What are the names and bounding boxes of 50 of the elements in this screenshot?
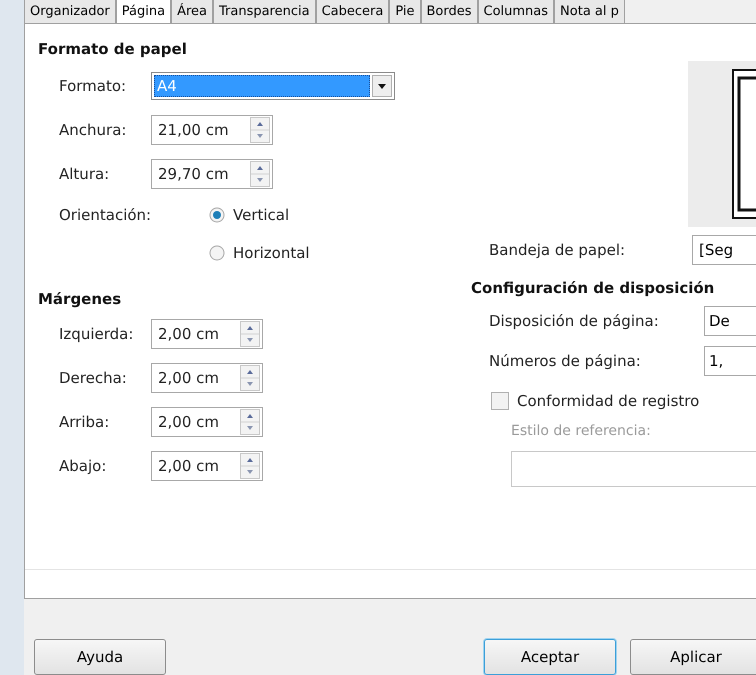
field-label: Altura:	[58, 164, 110, 186]
spin-field[interactable]: 29,70 cm	[151, 159, 273, 190]
tab[interactable]: Organizador	[24, 0, 116, 24]
spin-arrows-icon[interactable]	[240, 365, 260, 392]
spin-arrows-icon[interactable]	[250, 161, 270, 188]
radio-label: Vertical	[233, 205, 290, 226]
field-label: Izquierda:	[58, 324, 134, 346]
spin-field[interactable]: 2,00 cm	[151, 319, 263, 350]
dialog-button[interactable]: Aplicar	[630, 639, 756, 675]
field-label: Abajo:	[58, 456, 108, 478]
tab[interactable]: Bordes	[420, 0, 478, 24]
field-label: Números de página:	[488, 351, 642, 372]
spin-field[interactable]: 2,00 cm	[151, 451, 263, 482]
field-label: Orientación:	[58, 205, 151, 226]
spin-field[interactable]: 21,00 cm	[151, 115, 273, 146]
radio-button[interactable]	[209, 245, 225, 262]
spin-arrows-icon[interactable]	[240, 321, 260, 348]
spin-arrows-icon[interactable]	[240, 409, 260, 436]
paper-tray-dropdown[interactable]: [Seg	[692, 235, 756, 266]
spin-arrows-icon[interactable]	[240, 453, 260, 480]
tab[interactable]: Transparencia	[212, 0, 316, 24]
field-label: Estilo de referencia:	[510, 422, 652, 442]
radio-label: Horizontal	[233, 243, 310, 264]
reference-style-field[interactable]	[511, 451, 756, 488]
spin-arrows-icon[interactable]	[250, 117, 270, 144]
dialog-button[interactable]: Aceptar	[484, 639, 616, 675]
page-outline-icon	[732, 69, 756, 220]
tab[interactable]: Nota al p	[554, 0, 625, 24]
tab[interactable]: Columnas	[478, 0, 554, 24]
tab[interactable]: Pie	[389, 0, 420, 24]
tab[interactable]: Página	[116, 0, 172, 24]
section-heading: Configuración de disposición	[470, 278, 716, 300]
field-label: Arriba:	[58, 412, 110, 434]
spin-field[interactable]: 2,00 cm	[151, 363, 263, 394]
help-button[interactable]: Ayuda	[34, 639, 166, 675]
field-label: Derecha:	[58, 368, 128, 390]
checkbox-label: Conformidad de registro	[517, 391, 700, 412]
checkbox[interactable]	[491, 392, 509, 410]
field-label: Anchura:	[58, 120, 128, 142]
section-heading: Formato de papel	[37, 39, 188, 60]
field-label: Disposición de página:	[488, 311, 660, 332]
page-numbers-dropdown[interactable]: 1,	[704, 346, 756, 376]
page-layout-dropdown[interactable]: De	[704, 306, 756, 336]
spin-field[interactable]: 2,00 cm	[151, 407, 263, 438]
tab[interactable]: Área	[171, 0, 213, 24]
section-heading: Márgenes	[37, 289, 122, 310]
radio-button[interactable]	[209, 207, 225, 224]
field-label: Bandeja de papel:	[488, 240, 626, 262]
tab[interactable]: Cabecera	[316, 0, 390, 24]
field-label: Formato:	[58, 76, 128, 98]
